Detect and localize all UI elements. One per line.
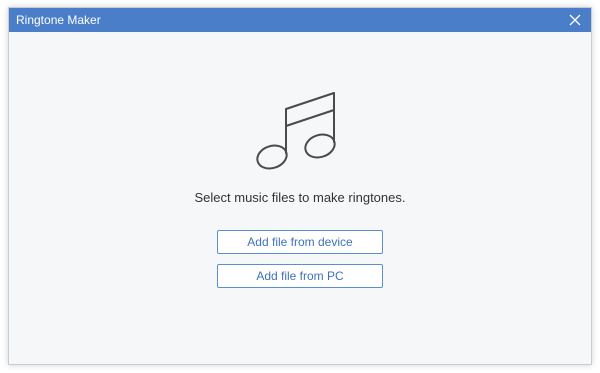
close-button[interactable] <box>559 8 591 32</box>
add-file-from-device-button[interactable]: Add file from device <box>217 230 383 254</box>
close-icon <box>569 14 581 26</box>
ringtone-maker-window: Ringtone Maker Select music files to mak… <box>8 7 592 365</box>
title-bar: Ringtone Maker <box>9 8 591 32</box>
music-note-icon <box>256 92 336 170</box>
add-file-from-pc-button[interactable]: Add file from PC <box>217 264 383 288</box>
window-title: Ringtone Maker <box>16 13 101 27</box>
instruction-text: Select music files to make ringtones. <box>194 190 406 205</box>
